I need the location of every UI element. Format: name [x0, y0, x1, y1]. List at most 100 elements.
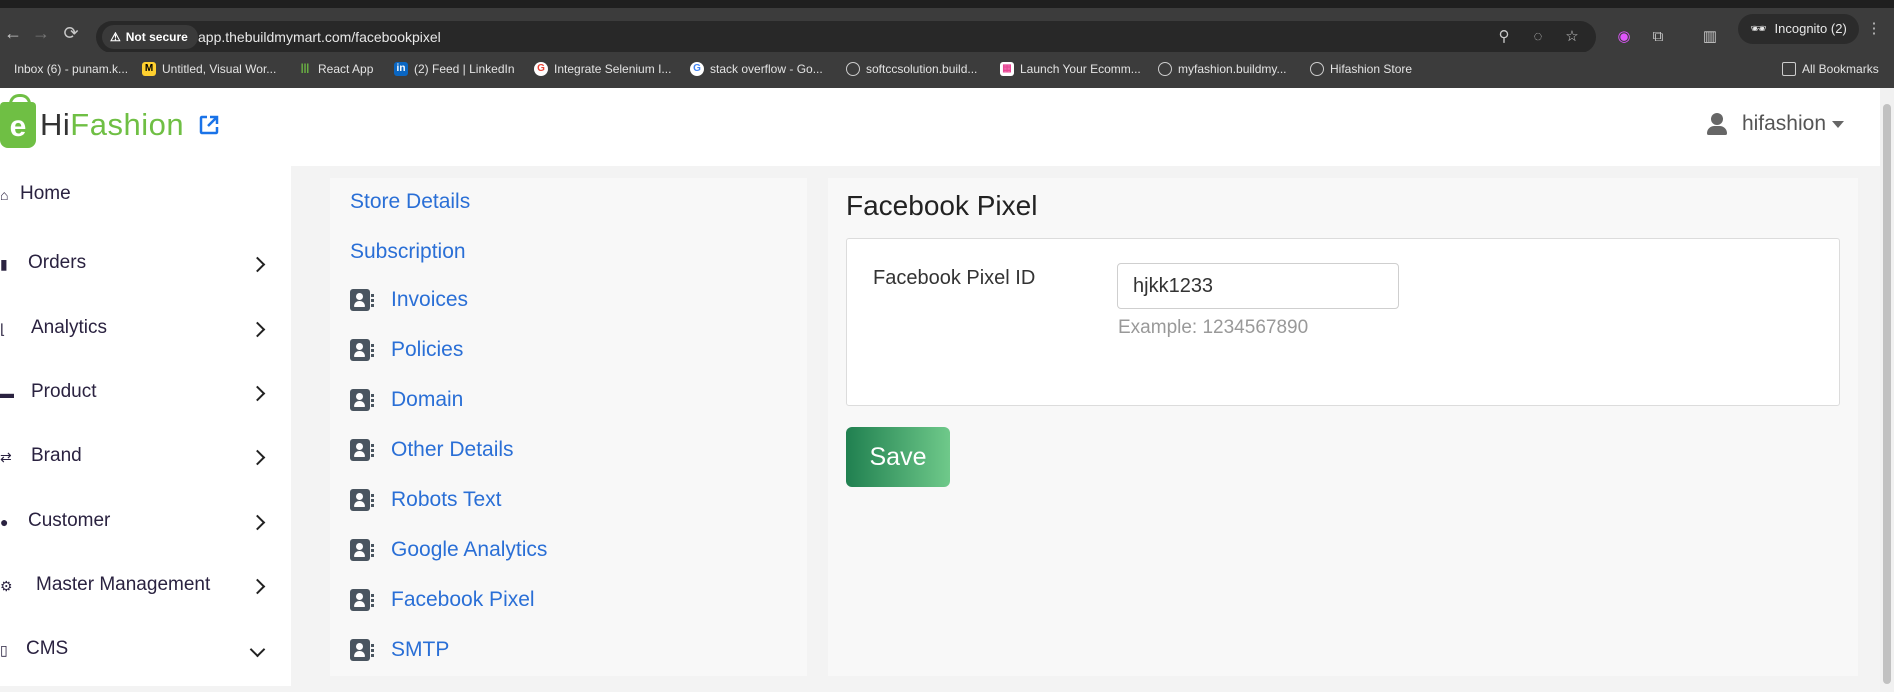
- zoom-icon[interactable]: ⚲: [1494, 27, 1514, 47]
- submenu-item-domain[interactable]: Domain: [350, 388, 463, 412]
- subscription-link[interactable]: Subscription: [350, 240, 466, 264]
- bookmark-item[interactable]: myfashion.buildmy...: [1158, 62, 1287, 76]
- pixel-id-label: Facebook Pixel ID: [873, 267, 1036, 289]
- submenu-item-google-analytics[interactable]: Google Analytics: [350, 538, 547, 562]
- security-chip[interactable]: ⚠ Not secure: [102, 25, 198, 49]
- bookmark-item[interactable]: ||| React App: [298, 62, 374, 76]
- chevron-right-icon: [249, 508, 266, 534]
- google-icon: G: [534, 62, 548, 76]
- contact-book-icon: [350, 539, 374, 561]
- sidebar: ⌂ Home ▮ Orders ⌊ Analytics ▬ Product ⇄ …: [0, 166, 291, 686]
- reload-icon[interactable]: ⟳: [60, 22, 82, 44]
- bookmark-item[interactable]: softccsolution.build...: [846, 62, 977, 76]
- not-secure-label: Not secure: [125, 30, 188, 44]
- star-icon[interactable]: ☆: [1562, 27, 1582, 47]
- chevron-right-icon: [249, 443, 266, 469]
- globe-icon: [1158, 62, 1172, 76]
- chevron-down-icon: [249, 635, 266, 661]
- incognito-indicator[interactable]: 🕶 Incognito (2): [1738, 14, 1859, 44]
- all-bookmarks[interactable]: All Bookmarks: [1782, 62, 1879, 76]
- sidebar-item-brand[interactable]: ⇄ Brand: [0, 436, 291, 476]
- toolbar: ← → ⟳ ⚠ Not secure app.thebuildmymart.co…: [0, 8, 1894, 53]
- page-scrollbar[interactable]: [1880, 88, 1894, 692]
- bookmarks-bar: Inbox (6) - punam.k... M Untitled, Visual…: [0, 52, 1894, 88]
- tab-strip: [0, 0, 1894, 8]
- scrollbar-thumb[interactable]: [1883, 104, 1891, 684]
- contact-book-icon: [350, 439, 374, 461]
- submenu-item-smtp[interactable]: SMTP: [350, 638, 449, 662]
- chevron-right-icon: [249, 572, 266, 598]
- back-icon[interactable]: ←: [2, 22, 24, 44]
- warning-icon: ⚠: [110, 30, 121, 44]
- react-icon: |||: [300, 63, 310, 74]
- chevron-right-icon: [249, 315, 266, 341]
- google-icon: G: [690, 62, 704, 76]
- bookmark-item[interactable]: M Untitled, Visual Wor...: [142, 62, 276, 76]
- person-icon: ●: [0, 514, 9, 530]
- submenu-item-policies[interactable]: Policies: [350, 338, 463, 362]
- contact-book-icon: [350, 489, 374, 511]
- gmail-icon: [0, 62, 8, 76]
- shopping-bag-logo-icon: e: [0, 94, 36, 148]
- contact-book-icon: [350, 289, 374, 311]
- sidebar-item-customer[interactable]: ● Customer: [0, 501, 291, 541]
- facebook-pixel-panel: Facebook Pixel Facebook Pixel ID Example…: [828, 178, 1858, 676]
- username: hifashion: [1741, 112, 1826, 135]
- sidebar-item-home[interactable]: ⌂ Home: [0, 174, 291, 214]
- home-icon: ⌂: [0, 187, 9, 203]
- side-panel-icon[interactable]: ▥: [1700, 27, 1720, 47]
- menu-icon[interactable]: ⋮: [1864, 19, 1884, 39]
- bookmark-item[interactable]: Inbox (6) - punam.k...: [0, 62, 128, 76]
- logo-text-hi: Hi: [40, 107, 71, 142]
- app-header: e HiFashion hifashion: [0, 88, 1880, 166]
- chevron-right-icon: [249, 250, 266, 276]
- browser-chrome: ← → ⟳ ⚠ Not secure app.thebuildmymart.co…: [0, 0, 1894, 88]
- contact-book-icon: [350, 389, 374, 411]
- bag-icon: ▮: [0, 256, 8, 272]
- sidebar-item-master-management[interactable]: ⚙ Master Management: [0, 565, 291, 605]
- address-bar[interactable]: ⚠ Not secure app.thebuildmymart.com/face…: [96, 21, 1596, 53]
- box-icon: ▬: [0, 385, 14, 401]
- sidebar-item-analytics[interactable]: ⌊ Analytics: [0, 308, 291, 348]
- user-gear-icon: ⚙: [0, 578, 13, 594]
- pixel-id-input[interactable]: [1117, 263, 1399, 309]
- folder-icon: [1782, 62, 1796, 76]
- contact-book-icon: [350, 639, 374, 661]
- bookmark-item[interactable]: Gstack overflow - Go...: [690, 62, 823, 76]
- url-text[interactable]: app.thebuildmymart.com/facebookpixel: [198, 21, 441, 53]
- linkedin-icon: in: [394, 62, 408, 76]
- logo[interactable]: e HiFashion: [0, 94, 185, 148]
- chevron-right-icon: [249, 379, 266, 405]
- save-button[interactable]: Save: [846, 427, 950, 487]
- contact-book-icon: [350, 589, 374, 611]
- store-details-link[interactable]: Store Details: [350, 190, 470, 214]
- bookmark-item[interactable]: Hifashion Store: [1310, 62, 1412, 76]
- user-icon: [1706, 113, 1728, 135]
- chart-icon: ⌊: [0, 321, 6, 337]
- submenu-item-other-details[interactable]: Other Details: [350, 438, 514, 462]
- submenu-item-facebook-pixel[interactable]: Facebook Pixel: [350, 588, 535, 612]
- user-menu[interactable]: hifashion: [1706, 112, 1844, 136]
- extensions-icon[interactable]: ⧉: [1648, 27, 1668, 47]
- bookmark-item[interactable]: G Integrate Selenium I...: [534, 62, 671, 76]
- sidebar-item-cms[interactable]: ▯ CMS: [0, 629, 291, 669]
- pixel-id-help-text: Example: 1234567890: [1118, 317, 1309, 338]
- bookmark-item[interactable]: in (2) Feed | LinkedIn: [394, 62, 515, 76]
- shuffle-icon: ⇄: [0, 449, 12, 465]
- eye-off-icon[interactable]: ◌: [1528, 27, 1548, 47]
- page-title: Facebook Pixel: [846, 190, 1038, 221]
- pixel-form-card: Facebook Pixel ID Example: 1234567890: [846, 238, 1840, 406]
- submenu-item-invoices[interactable]: Invoices: [350, 288, 468, 312]
- incognito-icon: 🕶: [1750, 21, 1767, 36]
- logo-text-fashion: Fashion: [70, 107, 185, 142]
- color-extension-icon[interactable]: ◉: [1614, 27, 1634, 47]
- caret-down-icon: [1832, 120, 1844, 128]
- bookmark-item[interactable]: ▦ Launch Your Ecomm...: [1000, 62, 1141, 76]
- external-link-icon[interactable]: [198, 114, 220, 142]
- settings-submenu: Store Details Subscription Invoices Poli…: [330, 178, 807, 676]
- contact-book-icon: [350, 339, 374, 361]
- sidebar-item-orders[interactable]: ▮ Orders: [0, 243, 291, 283]
- submenu-item-robots-text[interactable]: Robots Text: [350, 488, 502, 512]
- forward-icon[interactable]: →: [30, 22, 52, 44]
- sidebar-item-product[interactable]: ▬ Product: [0, 372, 291, 412]
